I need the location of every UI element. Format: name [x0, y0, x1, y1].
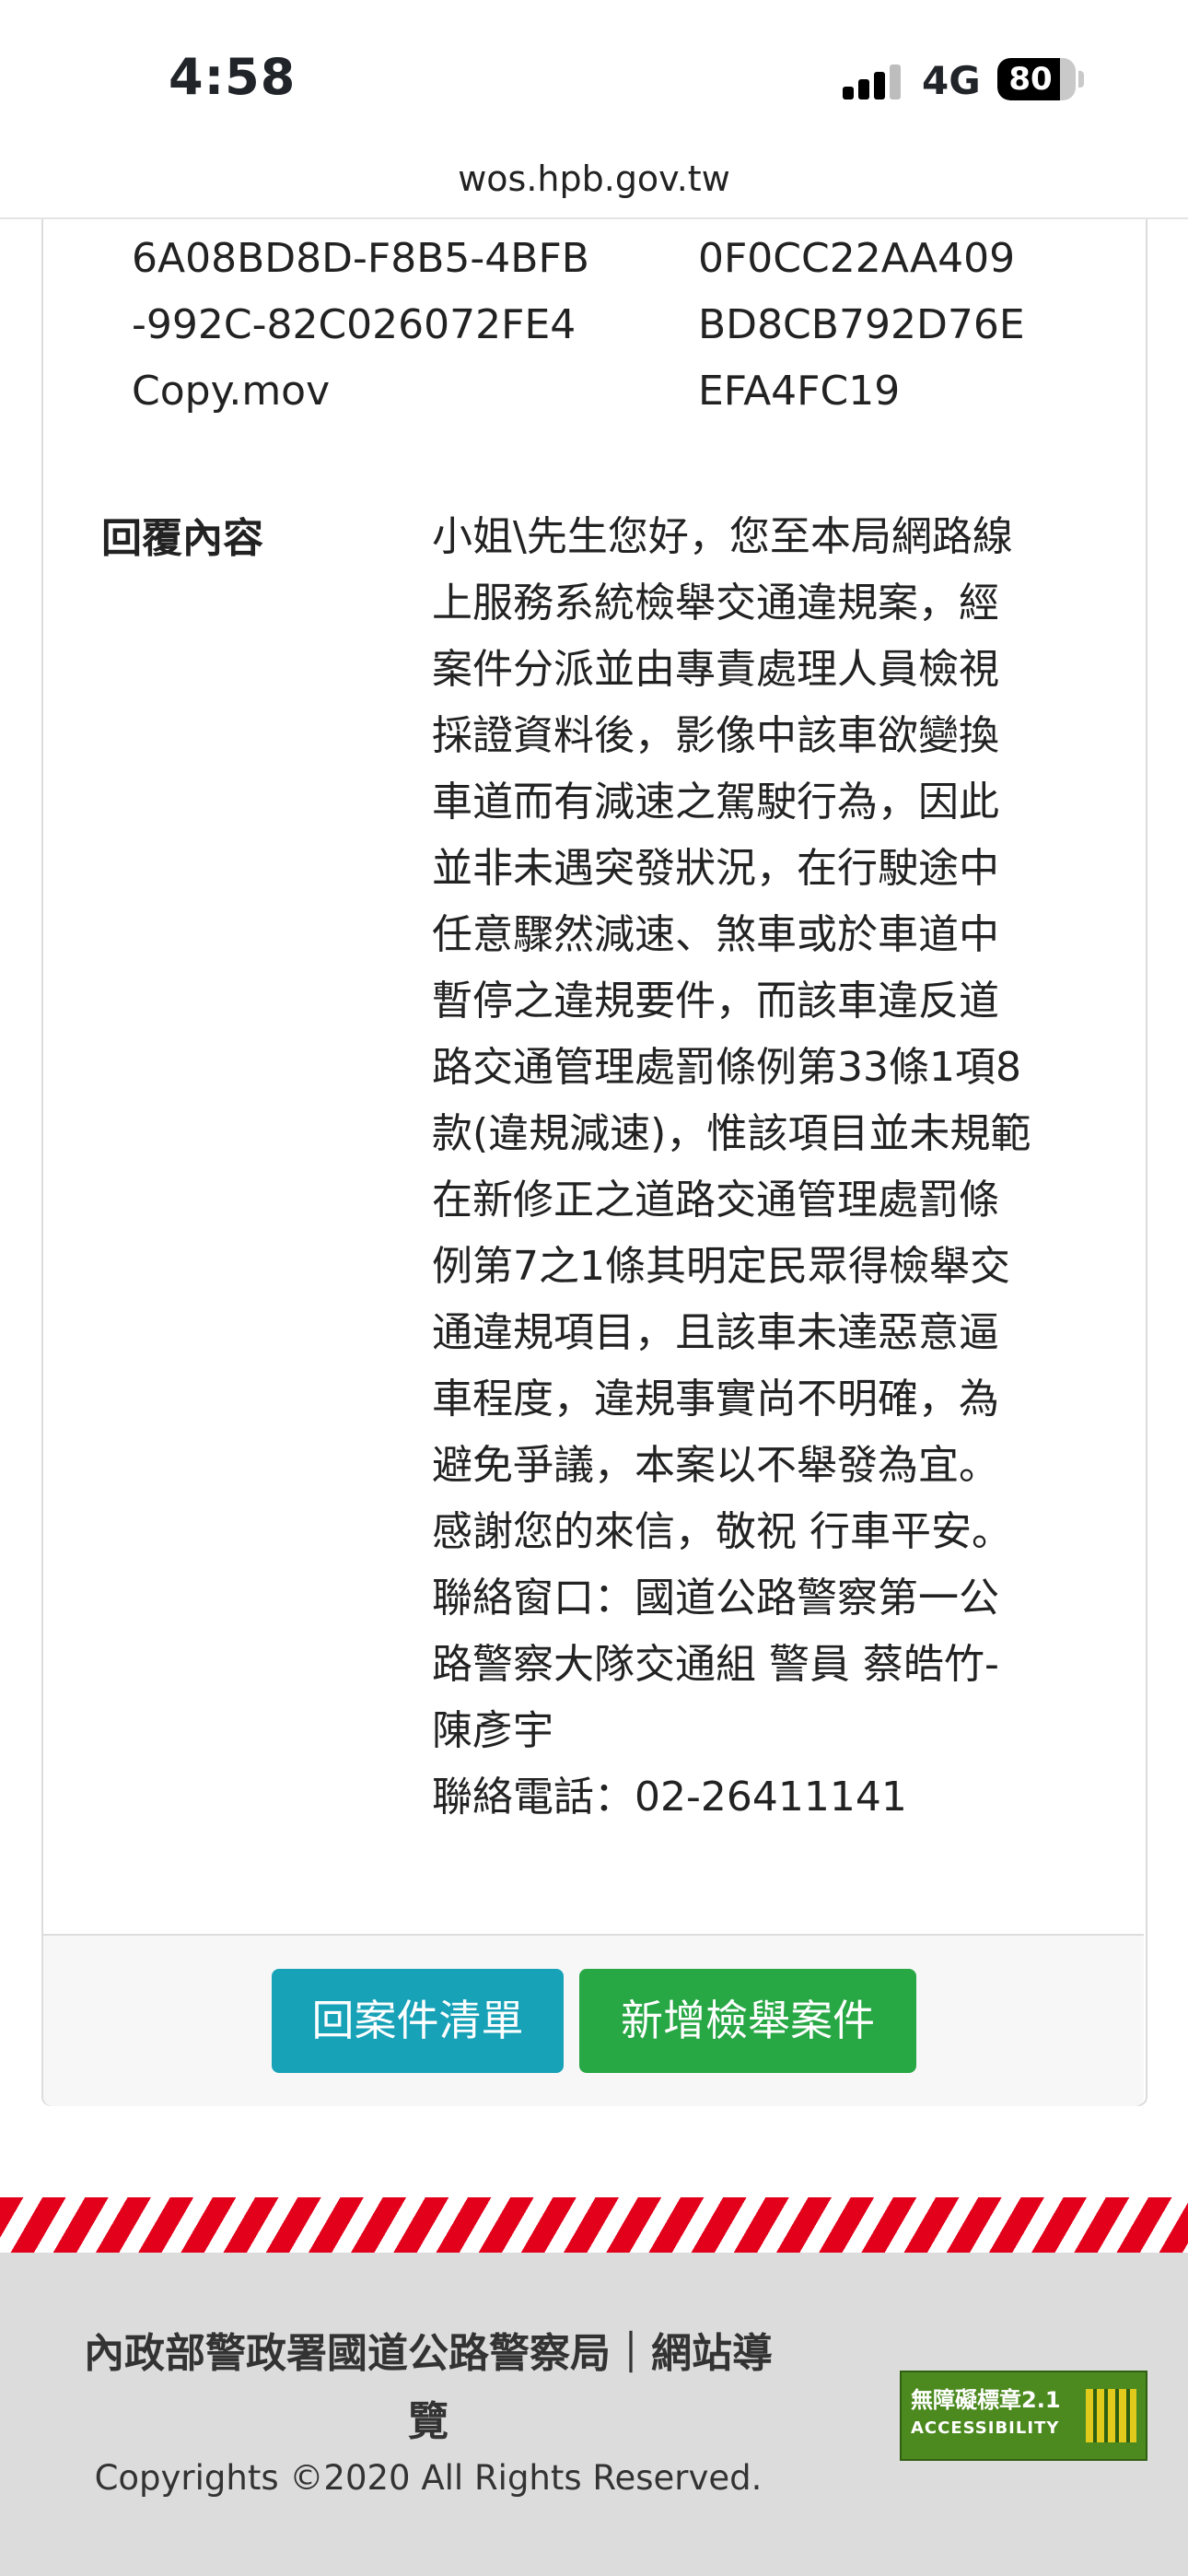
address-bar-url[interactable]: wos.hpb.gov.tw [0, 158, 1188, 199]
reply-line: 小姐\先生您好，您至本局網路線 [432, 513, 1013, 560]
hash-line: BD8CB792D76E [698, 301, 1025, 348]
status-time: 4:58 [169, 48, 297, 106]
badge-subtitle: ACCESSIBILITY [911, 2418, 1060, 2438]
reply-line: 車道而有減速之駕駛行為，因此 [432, 779, 999, 825]
reply-line: 聯絡電話：02-26411141 [432, 1774, 907, 1821]
reply-line: 感謝您的來信，敬祝 行車平安。 [432, 1508, 1012, 1555]
copyright-text: Copyrights ©2020 All Rights Reserved. [94, 2458, 763, 2498]
status-bar: 4:58 4G 80 [0, 0, 1188, 152]
reply-content-text: 小姐\先生您好，您至本局網路線 上服務系統檢舉交通違規案，經 案件分派並由專責處… [432, 504, 1086, 1831]
back-to-list-button[interactable]: 回案件清單 [272, 1969, 564, 2073]
battery-icon: 80 [997, 58, 1076, 100]
reply-line: 款(違規減速)，惟該項目並未規範 [432, 1110, 1031, 1157]
attachment-hash: 0F0CC22AA409 BD8CB792D76E EFA4FC19 [698, 226, 1025, 425]
badge-title: 無障礙標章2.1 [911, 2387, 1061, 2413]
accessibility-grid-icon [1086, 2389, 1136, 2442]
filename-line: Copy.mov [132, 368, 331, 415]
footer-org-line[interactable]: 覽 [51, 2388, 806, 2456]
reply-line: 避免爭議，本案以不舉發為宜。 [432, 1442, 999, 1489]
reply-line: 並非未遇突發狀況，在行駛途中 [432, 845, 999, 892]
reply-line: 車程度，違規事實尚不明確，為 [432, 1376, 999, 1423]
new-report-button[interactable]: 新增檢舉案件 [579, 1969, 916, 2073]
reply-line: 路警察大隊交通組 警員 蔡皓竹- [432, 1641, 999, 1688]
filename-line: 6A08BD8D-F8B5-4BFB [132, 235, 589, 282]
reply-line: 上服務系統檢舉交通違規案，經 [432, 580, 999, 626]
reply-line: 通違規項目，且該車未達惡意逼 [432, 1309, 999, 1356]
reply-line: 採證資料後，影像中該車欲變換 [432, 712, 999, 759]
footer-org-title: 內政部警政署國道公路警察局｜網站導 覽 [51, 2320, 806, 2456]
reply-line: 案件分派並由專責處理人員檢視 [432, 646, 999, 693]
reply-content-label: 回覆內容 [101, 515, 263, 562]
battery-level: 80 [1008, 61, 1053, 98]
network-type: 4G [922, 58, 981, 103]
attachment-filename[interactable]: 6A08BD8D-F8B5-4BFB -992C-82C026072FE4 Co… [132, 226, 589, 425]
reply-line: 在新修正之道路交通管理處罰條 [432, 1177, 999, 1224]
footer-stripe-divider [0, 2197, 1188, 2253]
cellular-signal-icon [843, 64, 903, 100]
accessibility-badge[interactable]: 無障礙標章2.1 ACCESSIBILITY [900, 2371, 1147, 2461]
filename-line: -992C-82C026072FE4 [132, 301, 577, 348]
reply-line: 聯絡窗口：國道公路警察第一公 [432, 1575, 999, 1622]
reply-line: 陳彥宇 [432, 1707, 553, 1754]
reply-line: 暫停之違規要件，而該車違反道 [432, 978, 999, 1025]
reply-line: 路交通管理處罰條例第33條1項8 [432, 1044, 1021, 1091]
reply-line: 例第7之1條其明定民眾得檢舉交 [432, 1243, 1010, 1290]
reply-line: 任意驟然減速、煞車或於車道中 [432, 911, 999, 958]
hash-line: 0F0CC22AA409 [698, 235, 1016, 282]
hash-line: EFA4FC19 [698, 368, 901, 415]
footer-org-line[interactable]: 內政部警政署國道公路警察局｜網站導 [51, 2320, 806, 2388]
battery-cap-icon [1078, 71, 1084, 88]
